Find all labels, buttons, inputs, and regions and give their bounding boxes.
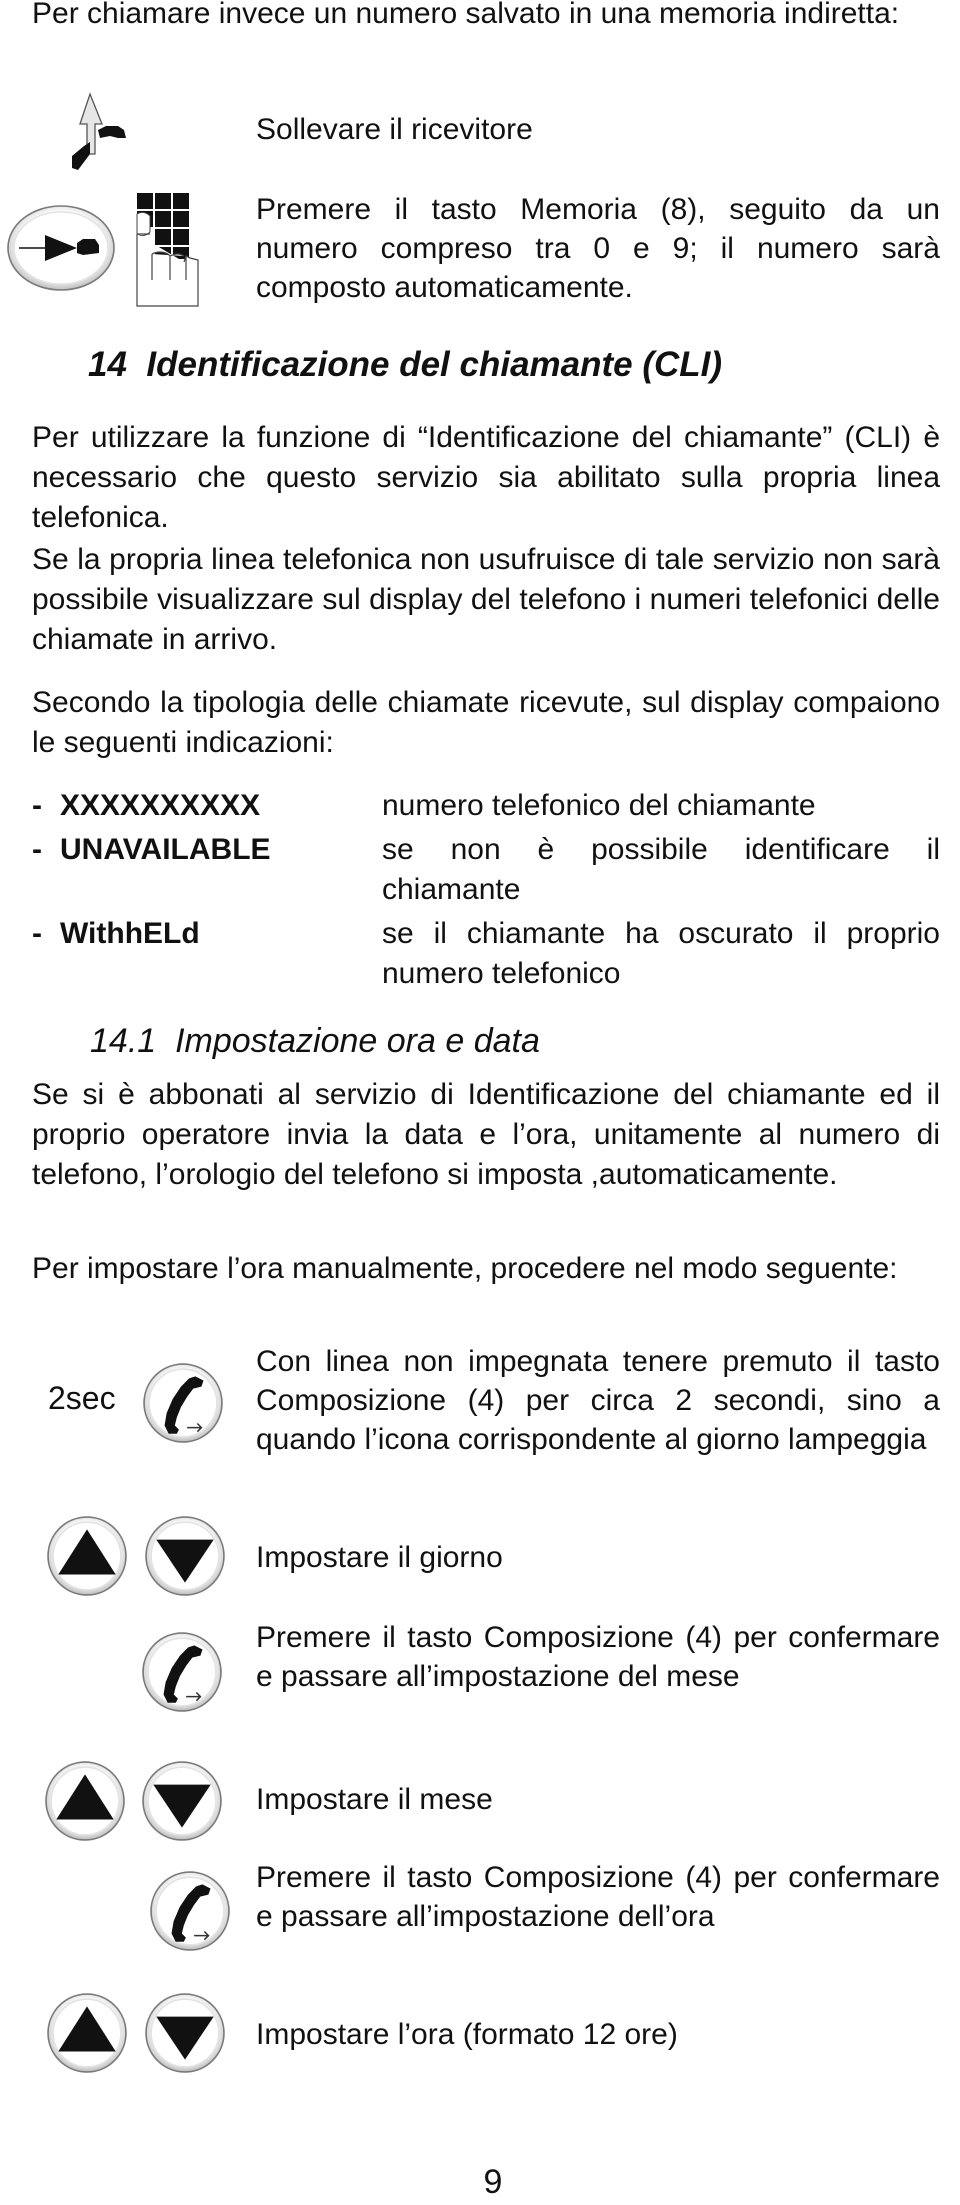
list-dash: -	[32, 917, 42, 950]
indication-label: XXXXXXXXXX	[60, 789, 261, 822]
lift-handset-icon	[62, 90, 132, 174]
indication-description: se il chiamante ha oscurato il proprio n…	[382, 917, 940, 990]
step-text: Impostare il giorno	[256, 1541, 503, 1574]
cli-paragraph-1: Per utilizzare la funzione di “Identific…	[32, 421, 940, 534]
keypad-press-icon	[136, 192, 200, 308]
up-key-icon	[46, 1515, 128, 1597]
indication-description: se non è possibile identificare il chiam…	[382, 833, 940, 906]
indication-description: numero telefonico del chiamante	[382, 789, 816, 822]
cli-paragraph-3: Secondo la tipologia delle chiamate rice…	[32, 686, 940, 759]
page-number: 9	[483, 2163, 503, 2201]
section-heading-14: 14 Identificazione del chiamante (CLI)	[88, 345, 722, 385]
indication-label: UNAVAILABLE	[60, 833, 271, 866]
up-key-icon	[46, 1992, 128, 2074]
datetime-paragraph-2: Per impostare l’ora manualmente, procede…	[32, 1252, 898, 1285]
up-key-icon	[44, 1760, 126, 1842]
down-key-icon	[144, 1515, 226, 1597]
datetime-paragraph-1: Se si è abbonati al servizio di Identifi…	[32, 1078, 940, 1191]
step-memory-key-text: Premere il tasto Memoria (8), seguito da…	[256, 193, 940, 304]
list-dash: -	[32, 789, 42, 822]
section-number: 14	[88, 345, 127, 384]
subsection-number: 14.1	[90, 1022, 157, 1060]
indication-row: - WithhELd se il chiamante ha oscurato i…	[32, 914, 940, 994]
section-title: Identificazione del chiamante (CLI)	[146, 345, 723, 384]
hold-duration-label: 2sec	[48, 1380, 116, 1416]
indication-row: - XXXXXXXXXX numero telefonico del chiam…	[32, 786, 940, 826]
step-text: Premere il tasto Composizione (4) per co…	[256, 1861, 940, 1933]
indication-row: - UNAVAILABLE se non è possibile identif…	[32, 830, 940, 910]
step-text: Con linea non impegnata tenere premuto i…	[256, 1345, 940, 1456]
dial-key-icon	[149, 1870, 231, 1952]
indication-label: WithhELd	[60, 917, 200, 950]
subsection-title: Impostazione ora e data	[175, 1022, 540, 1060]
cli-paragraph-2: Se la propria linea telefonica non usufr…	[32, 543, 940, 656]
step-text: Impostare l’ora (formato 12 ore)	[256, 2018, 678, 2051]
dial-key-icon	[141, 1631, 223, 1713]
section-heading-14-1: 14.1 Impostazione ora e data	[90, 1022, 540, 1061]
memory-key-icon	[5, 203, 117, 293]
dial-key-icon	[142, 1362, 224, 1444]
down-key-icon	[144, 1992, 226, 2074]
list-dash: -	[32, 833, 42, 866]
step-lift-handset-text: Sollevare il ricevitore	[256, 113, 533, 146]
intro-paragraph: Per chiamare invece un numero salvato in…	[32, 0, 900, 30]
step-text: Impostare il mese	[256, 1783, 493, 1816]
down-key-icon	[141, 1760, 223, 1842]
step-text: Premere il tasto Composizione (4) per co…	[256, 1621, 940, 1693]
